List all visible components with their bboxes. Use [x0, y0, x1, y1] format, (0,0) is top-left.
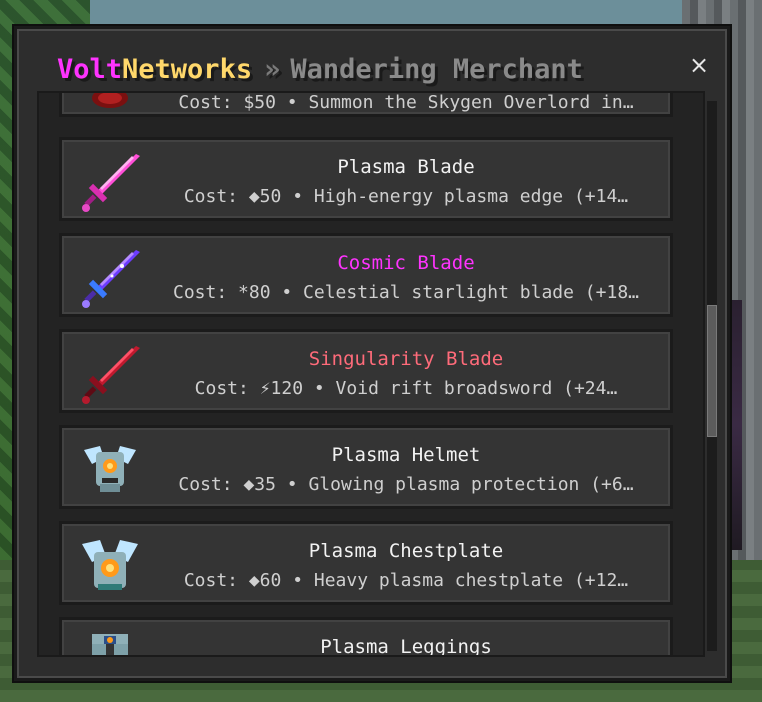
- list-item-singularity-blade[interactable]: Singularity Blade Cost: ⚡120 • Void rift…: [59, 329, 673, 413]
- item-name: Cosmic Blade: [337, 252, 475, 274]
- breadcrumb-merchant: Wandering Merchant: [290, 53, 583, 85]
- item-description: Cost: ⚡120 • Void rift broadsword (+24…: [194, 378, 618, 399]
- item-name: Plasma Leggings: [320, 636, 492, 657]
- list-item-plasma-leggings[interactable]: Plasma Leggings: [59, 617, 673, 657]
- shop-item-list[interactable]: Cost: $50 • Summon the Skygen Overlord i…: [37, 91, 705, 657]
- close-button[interactable]: ×: [687, 53, 711, 77]
- window-title: Volt Networks » Wandering Merchant: [57, 49, 697, 89]
- list-item-plasma-chestplate[interactable]: Plasma Chestplate Cost: ◆60 • Heavy plas…: [59, 521, 673, 605]
- item-description: Cost: ◆50 • High-energy plasma edge (+14…: [183, 186, 629, 207]
- item-description: Cost: *80 • Celestial starlight blade (+…: [173, 282, 639, 303]
- breadcrumb-separator: »: [264, 53, 281, 85]
- item-description: Cost: ◆60 • Heavy plasma chestplate (+12…: [183, 570, 629, 591]
- item-name: Plasma Blade: [337, 156, 475, 178]
- plasma-blade-sword-icon: [78, 150, 142, 214]
- merchant-window: Volt Networks » Wandering Merchant × Cost: …: [14, 26, 730, 681]
- plasma-leggings-icon: [78, 630, 142, 655]
- scrollbar-thumb[interactable]: [707, 305, 717, 437]
- item-name: Singularity Blade: [308, 348, 504, 370]
- brand-networks: Networks: [122, 53, 253, 85]
- item-description: Cost: $50 • Summon the Skygen Overlord i…: [178, 92, 634, 113]
- list-item-plasma-blade[interactable]: Plasma Blade Cost: ◆50 • High-energy pla…: [59, 137, 673, 221]
- cosmic-blade-sword-icon: [78, 246, 142, 310]
- plasma-chestplate-icon: [78, 534, 142, 598]
- singularity-blade-sword-icon: [78, 342, 142, 406]
- list-item-cosmic-blade[interactable]: Cosmic Blade Cost: *80 • Celestial starl…: [59, 233, 673, 317]
- item-description: Cost: ◆35 • Glowing plasma protection (+…: [178, 474, 634, 495]
- list-item-plasma-helmet[interactable]: Plasma Helmet Cost: ◆35 • Glowing plasma…: [59, 425, 673, 509]
- item-name: Plasma Chestplate: [308, 540, 504, 562]
- plasma-helmet-icon: [78, 438, 142, 502]
- brand-volt: Volt: [57, 53, 123, 85]
- list-item-overlord[interactable]: Cost: $50 • Summon the Skygen Overlord i…: [59, 92, 673, 117]
- item-name: Plasma Helmet: [331, 444, 481, 466]
